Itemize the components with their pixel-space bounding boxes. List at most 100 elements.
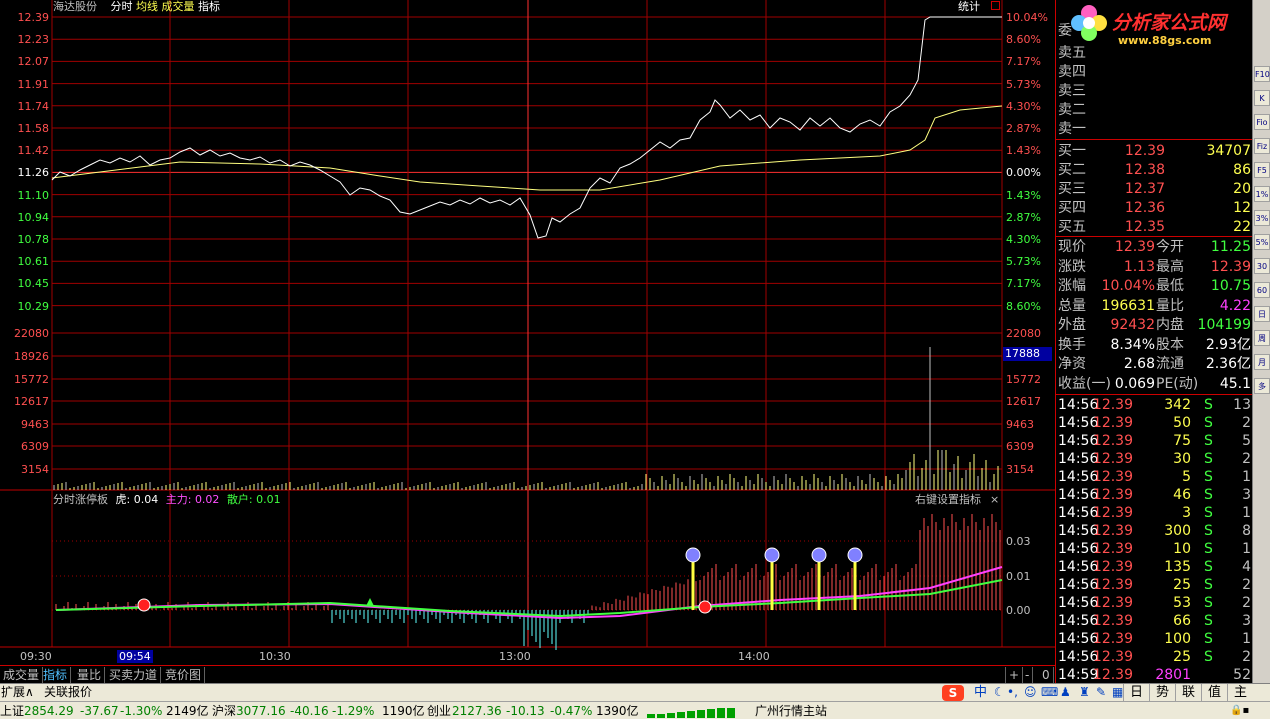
tick-row[interactable]: 14:56 12.39 342 S 13 [1056, 396, 1253, 415]
side-tool-icon[interactable]: 3% [1254, 210, 1270, 226]
side-tool-icon[interactable]: K [1254, 90, 1270, 106]
side-tool-icon[interactable]: 周 [1254, 330, 1270, 346]
tick-row[interactable]: 14:56 12.39 25 S 2 [1056, 648, 1253, 667]
indicator-settings-hint[interactable]: 右键设置指标 [915, 493, 981, 506]
tray-lock-icon: 🔒▪ [1230, 705, 1250, 716]
buy-level-row[interactable]: 买五 12.35 22 [1056, 218, 1253, 237]
chart-canvas[interactable] [0, 0, 1055, 665]
side-tool-icon[interactable]: 多 [1254, 378, 1270, 394]
tick-row[interactable]: 14:56 12.39 75 S 5 [1056, 432, 1253, 451]
quote-value: 11.25 [1210, 239, 1251, 255]
ime-moon-icon[interactable]: ☾ [994, 684, 1005, 701]
quote-label: 最低 [1156, 278, 1184, 294]
tab-link[interactable]: 联 [1175, 684, 1201, 702]
tick-row[interactable]: 14:56 12.39 135 S 4 [1056, 558, 1253, 577]
zoom-out-button[interactable]: - [1022, 667, 1034, 683]
quote-row[interactable]: 现价 12.39 今开 11.25 [1056, 238, 1253, 257]
ime-tool-icon[interactable]: ✎ [1096, 684, 1106, 701]
tab-volume[interactable]: 成交量 [162, 0, 195, 13]
tick-row[interactable]: 14:56 12.39 3 S 1 [1056, 504, 1253, 523]
hs-index-label: 沪深 [212, 704, 237, 718]
tick-row[interactable]: 14:56 12.39 100 S 1 [1056, 630, 1253, 649]
side-tool-icon[interactable]: Fiz [1254, 138, 1270, 154]
side-tool-icon[interactable]: 日 [1254, 306, 1270, 322]
cy-index-change: -10.13 [506, 704, 545, 718]
side-tool-icon[interactable]: F10 [1254, 66, 1270, 82]
side-tool-icon[interactable]: Fio [1254, 114, 1270, 130]
tick-direction: S [1204, 559, 1213, 575]
stats-box-icon[interactable] [991, 1, 1000, 10]
indicator-close-icon[interactable]: × [990, 493, 999, 506]
ime-grid-icon[interactable]: ▦ [1112, 684, 1123, 701]
price-axis-label: 11.58 [17, 122, 50, 135]
tick-volume: 342 [1164, 397, 1191, 413]
side-tool-icon[interactable]: F5 [1254, 162, 1270, 178]
side-tool-icon[interactable]: 1% [1254, 186, 1270, 202]
buy-level-row[interactable]: 买二 12.38 86 [1056, 161, 1253, 180]
tab-indicator-bottom[interactable]: 指标 [40, 667, 72, 683]
ime-shirt-icon[interactable]: ♜ [1079, 684, 1090, 701]
quote-row[interactable]: 净资 2.68 流通 2.36亿 [1056, 355, 1253, 374]
tick-row[interactable]: 14:56 12.39 53 S 2 [1056, 594, 1253, 613]
tick-row[interactable]: 14:56 12.39 46 S 3 [1056, 486, 1253, 505]
side-tool-icon[interactable]: 30 [1254, 258, 1270, 274]
sell-level-row[interactable]: 卖三 [1056, 82, 1253, 101]
hu-label: 虎: [115, 493, 131, 506]
quote-panel: 分析家公式网 www.88gs.com 委 卖五 卖四 卖三 卖二 卖一 买一 12.39 3… [1055, 0, 1253, 683]
side-tool-icon[interactable]: 60 [1254, 282, 1270, 298]
buy-level-row[interactable]: 买四 12.36 12 [1056, 199, 1253, 218]
zoom-reset-button[interactable]: 0 [1039, 667, 1054, 683]
tab-value[interactable]: 值 [1201, 684, 1227, 702]
tab-day[interactable]: 日 [1123, 684, 1149, 702]
ime-mode[interactable]: 中 [974, 684, 987, 701]
tick-row[interactable]: 14:56 12.39 30 S 2 [1056, 450, 1253, 469]
sell-level-row[interactable]: 卖四 [1056, 63, 1253, 82]
quote-row[interactable]: 总量 196631 量比 4.22 [1056, 297, 1253, 316]
sell-level-row[interactable]: 卖二 [1056, 101, 1253, 120]
price-axis-label: 10.45 [17, 277, 50, 291]
quote-row[interactable]: 收益(一) 0.069 PE(动) 45.1 [1056, 375, 1253, 394]
tick-row[interactable]: 14:56 12.39 50 S 2 [1056, 414, 1253, 433]
tab-auction-chart[interactable]: 竞价图 [162, 667, 206, 683]
indicator-axis-label: 0.00 [1006, 604, 1031, 617]
side-tool-icon[interactable]: 5% [1254, 234, 1270, 250]
tick-row[interactable]: 14:56 12.39 5 S 1 [1056, 468, 1253, 487]
quote-row[interactable]: 外盘 92432 内盘 104199 [1056, 316, 1253, 335]
expand-button[interactable]: 扩展∧ [1, 684, 34, 701]
buy-level-row[interactable]: 买一 12.39 34707 [1056, 142, 1253, 161]
ime-user-icon[interactable]: ♟ [1060, 684, 1071, 701]
price-axis-label: 11.91 [17, 77, 50, 91]
related-quote-button[interactable]: 关联报价 [44, 684, 92, 701]
tick-row[interactable]: 14:56 12.39 300 S 8 [1056, 522, 1253, 541]
quote-label: 收益(一) [1058, 375, 1111, 392]
buy-level-row[interactable]: 买三 12.37 20 [1056, 180, 1253, 199]
sell-level-row[interactable]: 卖五 [1056, 44, 1253, 63]
intraday-chart-area[interactable]: 海达股份 分时 均线 成交量 指标 统计 12.39 12.23 12.07 11.9… [0, 0, 1055, 665]
stats-button[interactable]: 统计 [958, 0, 980, 13]
tab-fenshi[interactable]: 分时 [111, 0, 133, 13]
tab-volume-ratio[interactable]: 量比 [74, 667, 106, 683]
tab-trend[interactable]: 势 [1149, 684, 1175, 702]
tab-main[interactable]: 主 [1227, 684, 1253, 702]
tick-row[interactable]: 14:56 12.39 66 S 3 [1056, 612, 1253, 631]
tab-junxian[interactable]: 均线 [136, 0, 158, 13]
tab-indicator[interactable]: 指标 [198, 0, 220, 13]
tick-row[interactable]: 14:56 12.39 25 S 2 [1056, 576, 1253, 595]
quote-row[interactable]: 换手 8.34% 股本 2.93亿 [1056, 336, 1253, 355]
quote-row[interactable]: 涨跌 1.13 最高 12.39 [1056, 258, 1253, 277]
tick-price: 12.39 [1092, 433, 1133, 449]
tick-price: 12.39 [1092, 397, 1133, 413]
tick-row[interactable]: 14:56 12.39 10 S 1 [1056, 540, 1253, 559]
tick-direction: S [1204, 469, 1213, 485]
sell-level-row[interactable]: 卖一 [1056, 120, 1253, 139]
ime-punct-icon[interactable]: •, [1007, 684, 1018, 701]
tab-buy-sell-force[interactable]: 买卖力道 [106, 667, 162, 683]
ime-smile-icon[interactable]: ☺ [1024, 684, 1037, 701]
ime-keyboard-icon[interactable]: ⌨ [1041, 684, 1058, 701]
quote-row[interactable]: 涨幅 10.04% 最低 10.75 [1056, 277, 1253, 296]
side-tool-icon[interactable]: 月 [1254, 354, 1270, 370]
tick-direction: S [1204, 541, 1213, 557]
tab-volume-bottom[interactable]: 成交量 [0, 667, 44, 683]
ime-logo-icon[interactable]: S [942, 685, 964, 701]
zoom-in-button[interactable]: + [1005, 667, 1024, 683]
